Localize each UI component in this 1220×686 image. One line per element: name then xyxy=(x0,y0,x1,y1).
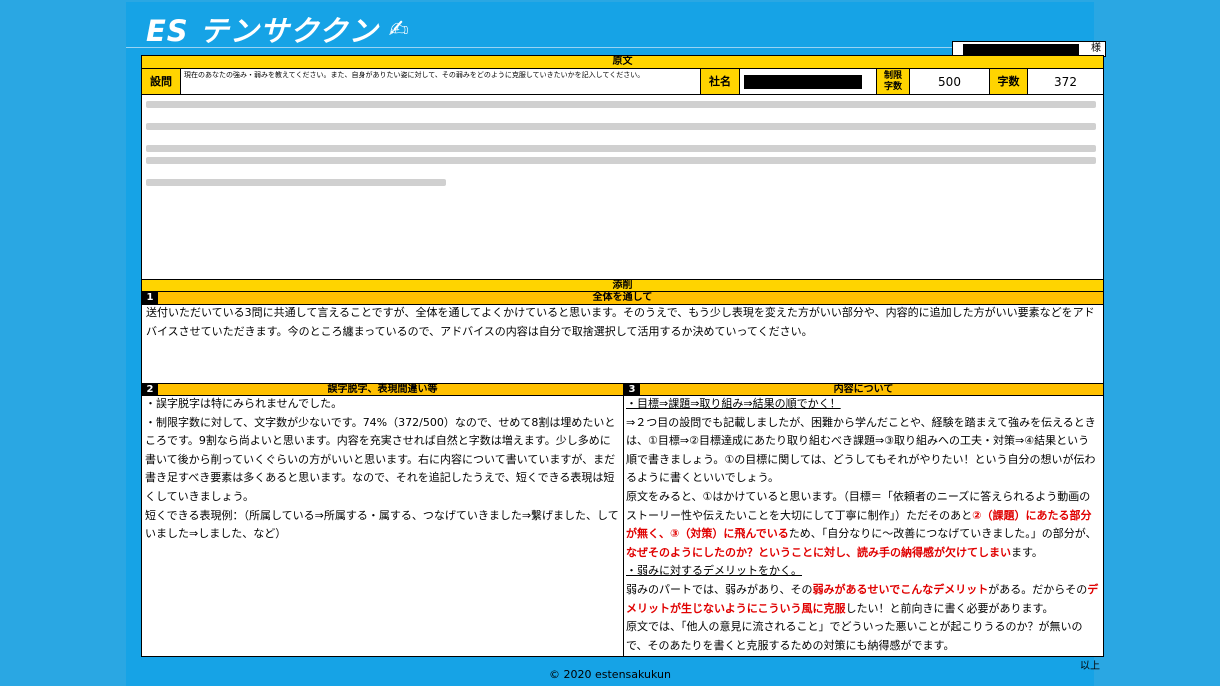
copyright-footer: © 2020 estensakukun xyxy=(549,668,671,681)
question-label: 設問 xyxy=(142,69,181,94)
logo-divider xyxy=(126,47,1094,48)
limit-value: 500 xyxy=(910,69,990,94)
section3-number: 3 xyxy=(624,384,640,395)
column-divider xyxy=(623,396,624,656)
redacted-name xyxy=(963,44,1079,55)
app-logo: ES テンサククン ✍ xyxy=(146,10,410,48)
section3-paragraph: 弱みのパートでは、弱みがあり、その弱みがあるせいでこんなデメリットがある。だから… xyxy=(626,582,1099,615)
logo-text: ES テンサククン xyxy=(146,14,379,48)
section3-paragraph: 原文をみると、①はかけていると思います。（目標＝「依頼者のニーズに答えられるよう… xyxy=(626,489,1097,559)
section2-title: 誤字脱字、表現間違い等 xyxy=(327,384,438,395)
correction-sheet: 原文 設問 現在のあなたの強み・弱みを教えてください。また、自身がありたい姿に対… xyxy=(141,55,1104,657)
question-text: 現在のあなたの強み・弱みを教えてください。また、自身がありたい姿に対して、その弱… xyxy=(181,69,701,94)
section3-heading-goal: ・目標⇒課題⇒取り組み⇒結果の順でかく！ xyxy=(626,397,841,410)
section3-title: 内容について xyxy=(833,384,894,395)
correction-section-title: 添削 xyxy=(612,280,633,291)
original-section-title: 原文 xyxy=(612,56,633,67)
section2-line: 短くできる表現例：（所属している⇒所属する・属する、つなげていきました⇒繋げまし… xyxy=(145,508,619,541)
section2-body: ・誤字脱字は特にみられませんでした。 ・制限字数に対して、文字数が少ないです。7… xyxy=(145,395,620,544)
honorific-label: 様 xyxy=(1091,43,1101,54)
section1-title: 全体を通して xyxy=(592,292,653,303)
correction-section-header: 添削 xyxy=(142,279,1103,292)
section3-paragraph: ⇒２つ目の設問でも記載しましたが、困難から学んだことや、経験を踏まえて強みを伝え… xyxy=(626,415,1096,485)
count-label: 字数 xyxy=(990,69,1028,94)
question-row: 設問 現在のあなたの強み・弱みを教えてください。また、自身がありたい姿に対して、… xyxy=(142,69,1103,95)
section1-number: 1 xyxy=(142,292,158,304)
section3-heading-demerit: ・弱みに対するデメリットをかく。 xyxy=(626,564,802,578)
redacted-company xyxy=(744,75,862,89)
section3-paragraph: 原文では、「他人の意見に流されること」でどういった悪いことが起こりうるのか？が無… xyxy=(626,620,1083,652)
company-value xyxy=(740,69,877,94)
pen-writing-icon: ✍ xyxy=(388,15,410,43)
limit-label: 制限字数 xyxy=(877,69,910,94)
original-section-header: 原文 xyxy=(142,56,1103,69)
section2-number: 2 xyxy=(142,384,158,395)
count-value: 372 xyxy=(1054,74,1077,89)
section1-body: 送付いただいている3問に共通して言えることですが、全体を通してよくかけていると思… xyxy=(146,306,1095,338)
company-label: 社名 xyxy=(701,69,740,94)
section2-line: ・誤字脱字は特にみられませんでした。 xyxy=(145,397,343,410)
section3-body: ・目標⇒課題⇒取り組み⇒結果の順でかく！ ⇒２つ目の設問でも記載しましたが、困難… xyxy=(626,395,1100,655)
section2-line: ・制限字数に対して、文字数が少ないです。74%（372/500）なので、せめて8… xyxy=(145,415,616,503)
